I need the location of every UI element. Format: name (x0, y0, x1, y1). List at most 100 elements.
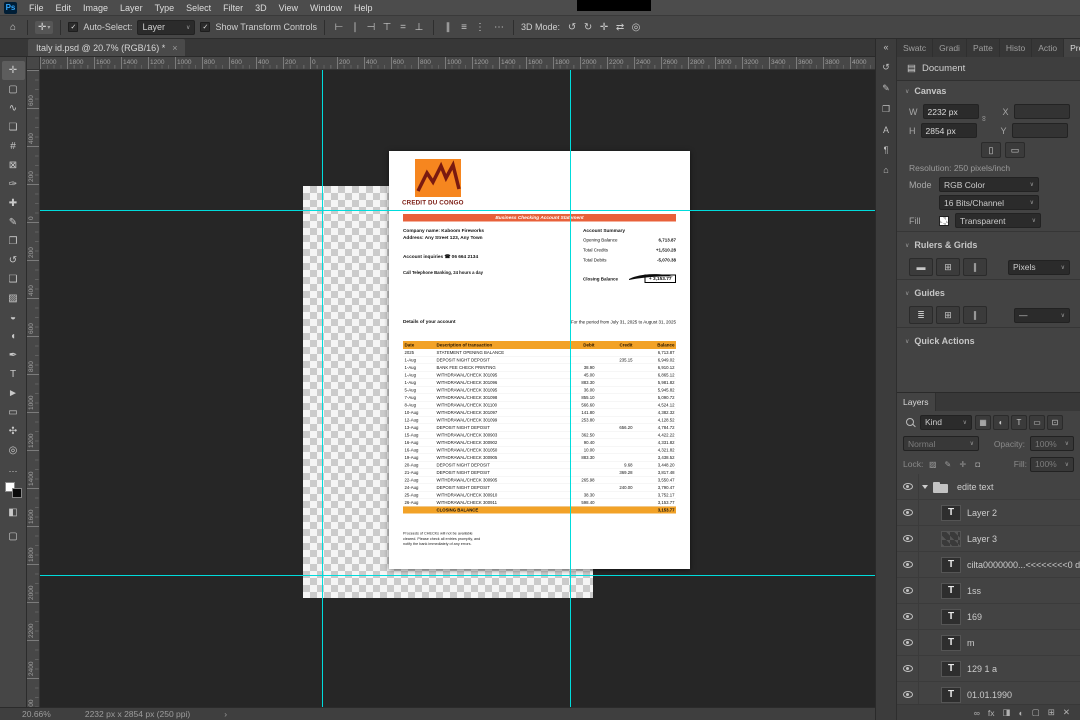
canvas-section-header[interactable]: ∨ Canvas (897, 81, 1080, 101)
ruler-icon[interactable]: ▬ (909, 258, 933, 276)
collapse-panels-icon[interactable]: « (883, 42, 888, 52)
layer-row[interactable]: T cilta0000000...<<<<<<<<0 d (897, 552, 1080, 578)
align-bottom-icon[interactable]: ⊥ (412, 19, 426, 35)
layer-mask-icon[interactable]: ◨ (1003, 707, 1011, 718)
layer-style-icon[interactable]: fx (988, 708, 995, 718)
guide-style-dropdown[interactable]: — ∨ (1014, 307, 1070, 323)
visibility-toggle[interactable] (897, 656, 919, 681)
paragraph-panel-icon[interactable]: ¶ (884, 145, 889, 155)
character-panel-icon[interactable]: A (883, 125, 889, 135)
current-tool-icon[interactable]: ✛ ▾ (35, 20, 54, 34)
menu-item[interactable]: Image (77, 3, 114, 13)
menu-item[interactable]: File (23, 3, 50, 13)
menu-item[interactable]: Type (149, 3, 181, 13)
portrait-orientation-icon[interactable]: ▯ (981, 142, 1001, 158)
gradient-tool[interactable]: ▨ (2, 289, 25, 308)
lock-pixels-icon[interactable]: ✎ (941, 458, 954, 471)
dolly-3d-icon[interactable]: ◎ (629, 19, 643, 35)
align-center-h-icon[interactable]: ∣ (348, 19, 362, 35)
quick-actions-section-header[interactable]: ∨ Quick Actions (897, 331, 1080, 351)
panel-tab[interactable]: Properties (1064, 39, 1080, 57)
vertical-ruler[interactable]: 600 400 200 0 200 400 600 800 1000 1200 1400 1600 18… (27, 70, 40, 707)
layer-row[interactable]: T m (897, 630, 1080, 656)
object-selection-tool[interactable]: ❏ (2, 118, 25, 137)
auto-select-target-dropdown[interactable]: Layer ∨ (137, 19, 196, 35)
opacity-field[interactable]: 100% ∨ (1030, 436, 1074, 451)
color-mode-dropdown[interactable]: RGB Color ∨ (939, 177, 1039, 192)
type-tool[interactable]: T (2, 365, 25, 384)
lock-transparency-icon[interactable]: ▨ (926, 458, 939, 471)
crop-tool[interactable]: # (2, 137, 25, 156)
menu-item[interactable]: Edit (50, 3, 78, 13)
hand-tool[interactable]: ✣ (2, 422, 25, 441)
distribute-h-icon[interactable]: ∥ (441, 19, 455, 35)
visibility-toggle[interactable] (897, 474, 919, 499)
guide[interactable] (322, 70, 323, 707)
layer-row[interactable]: T 129 1 a (897, 656, 1080, 682)
layer-filter-kind-dropdown[interactable]: Kind ∨ (920, 414, 972, 430)
layer-row[interactable]: T 169 (897, 604, 1080, 630)
lasso-tool[interactable]: ∿ (2, 99, 25, 118)
layer-row[interactable]: T 01.01.1990 (897, 682, 1080, 704)
align-right-icon[interactable]: ⊣ (364, 19, 378, 35)
expand-arrow-icon[interactable] (919, 485, 931, 489)
show-transform-checkbox[interactable]: ✓ (200, 22, 211, 32)
align-top-icon[interactable]: ⊤ (380, 19, 394, 35)
screen-mode-icon[interactable]: ▢ (2, 527, 25, 546)
panel-tab[interactable]: Histo (1000, 39, 1033, 57)
grid-icon[interactable]: ⊞ (936, 258, 960, 276)
zoom-tool[interactable]: ◎ (2, 441, 25, 460)
delete-layer-icon[interactable]: ✕ (1063, 707, 1070, 718)
zoom-level[interactable]: 20.66% (22, 709, 51, 719)
guides-icon[interactable]: ∥ (963, 258, 987, 276)
blur-tool[interactable]: ◒ (2, 308, 25, 327)
dodge-tool[interactable]: ◖ (2, 327, 25, 346)
units-dropdown[interactable]: Pixels ∨ (1008, 259, 1070, 275)
distribute-v-icon[interactable]: ≡ (457, 19, 471, 35)
quick-mask-icon[interactable]: ◧ (2, 503, 25, 522)
filter-shape-icon[interactable]: ▭ (1029, 414, 1045, 430)
y-field[interactable] (1011, 123, 1068, 138)
adjustment-layer-icon[interactable]: ◐ (1019, 708, 1024, 718)
filter-smart-icon[interactable]: ⊡ (1047, 414, 1063, 430)
visibility-toggle[interactable] (897, 604, 919, 629)
roll-3d-icon[interactable]: ↻ (581, 19, 595, 35)
visibility-toggle[interactable] (897, 552, 919, 577)
filter-pixel-icon[interactable]: ▦ (975, 414, 991, 430)
clone-source-panel-icon[interactable]: ❐ (882, 104, 890, 115)
marquee-tool[interactable]: ▢ (2, 80, 25, 99)
menu-item[interactable]: Select (180, 3, 217, 13)
layer-row[interactable]: edite text (897, 474, 1080, 500)
lock-position-icon[interactable]: ✛ (956, 458, 969, 471)
width-field[interactable]: 2232 px (922, 104, 979, 119)
clone-stamp-tool[interactable]: ❐ (2, 232, 25, 251)
visibility-toggle[interactable] (897, 630, 919, 655)
layer-group-icon[interactable]: ▢ (1032, 707, 1040, 718)
visibility-toggle[interactable] (897, 578, 919, 603)
new-layer-icon[interactable]: ⊞ (1048, 707, 1055, 718)
ruler-corner[interactable] (27, 57, 40, 70)
panel-tab[interactable]: Actio (1032, 39, 1065, 57)
history-panel-icon[interactable]: ↺ (882, 62, 890, 73)
pasteboard[interactable]: CREDIT DU CONGO Business Checking Accoun… (40, 70, 875, 707)
visibility-toggle[interactable] (897, 500, 919, 525)
align-center-v-icon[interactable]: = (396, 19, 410, 35)
pan-3d-icon[interactable]: ✛ (597, 19, 611, 35)
healing-brush-tool[interactable]: ✚ (2, 194, 25, 213)
lock-all-icon[interactable]: ◘ (971, 458, 984, 471)
panel-tab[interactable]: Patte (967, 39, 1000, 57)
guides-section-header[interactable]: ∨ Guides (897, 283, 1080, 303)
history-brush-tool[interactable]: ↺ (2, 251, 25, 270)
brush-tool[interactable]: ✎ (2, 213, 25, 232)
height-field[interactable]: 2854 px (920, 123, 977, 138)
shape-tool[interactable]: ▭ (2, 403, 25, 422)
menu-item[interactable]: Window (304, 3, 348, 13)
color-swatches[interactable] (4, 482, 22, 498)
guide[interactable] (40, 210, 875, 211)
menu-item[interactable]: Help (348, 3, 379, 13)
bit-depth-dropdown[interactable]: 16 Bits/Channel ∨ (939, 195, 1039, 210)
chevron-right-icon[interactable]: › (224, 709, 227, 719)
guide-layout-icon[interactable]: ≣ (909, 306, 933, 324)
layer-row[interactable]: T 1ss (897, 578, 1080, 604)
frame-tool[interactable]: ⊠ (2, 156, 25, 175)
